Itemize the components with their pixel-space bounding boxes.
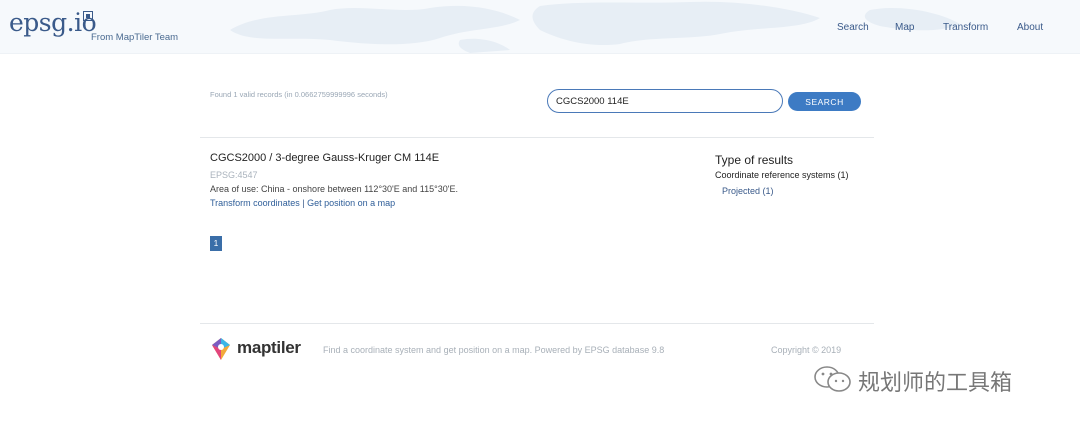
link-separator: | bbox=[302, 198, 305, 208]
result-code: EPSG:4547 bbox=[210, 170, 258, 180]
search-button[interactable]: SEARCH bbox=[788, 92, 861, 111]
divider-footer bbox=[200, 323, 874, 324]
nav-search[interactable]: Search bbox=[837, 22, 869, 33]
maptiler-logo[interactable]: maptiler bbox=[237, 338, 301, 358]
tagline: From MapTiler Team bbox=[91, 32, 179, 43]
watermark-text: 规划师的工具箱 bbox=[858, 371, 1013, 396]
nav-transform[interactable]: Transform bbox=[943, 22, 988, 33]
search-status: Found 1 valid records (in 0.066275999999… bbox=[210, 90, 388, 99]
footer-description: Find a coordinate system and get positio… bbox=[323, 345, 665, 355]
type-crs-link[interactable]: Coordinate reference systems (1) bbox=[715, 170, 849, 180]
copyright: Copyright © 2019 bbox=[771, 345, 842, 355]
type-of-results-title: Type of results bbox=[715, 153, 794, 167]
get-position-link[interactable]: Get position on a map bbox=[307, 198, 395, 208]
maptiler-logo-icon bbox=[212, 338, 230, 360]
divider-top bbox=[200, 137, 874, 138]
world-map-background bbox=[230, 1, 960, 53]
expand-icon bbox=[83, 11, 93, 21]
wechat-icon bbox=[814, 366, 851, 392]
result-area: Area of use: China - onshore between 112… bbox=[210, 184, 458, 194]
page-1-button[interactable]: 1 bbox=[210, 236, 222, 251]
search-input[interactable] bbox=[547, 89, 783, 113]
nav-about[interactable]: About bbox=[1017, 22, 1043, 33]
header: epsg.io From MapTiler Team Search Map Tr… bbox=[0, 0, 1080, 54]
result-title[interactable]: CGCS2000 / 3-degree Gauss-Kruger CM 114E bbox=[210, 152, 439, 164]
type-projected-link[interactable]: Projected (1) bbox=[722, 186, 774, 196]
result-links: Transform coordinates | Get position on … bbox=[210, 198, 395, 208]
transform-coordinates-link[interactable]: Transform coordinates bbox=[210, 198, 300, 208]
nav-map[interactable]: Map bbox=[895, 22, 914, 33]
